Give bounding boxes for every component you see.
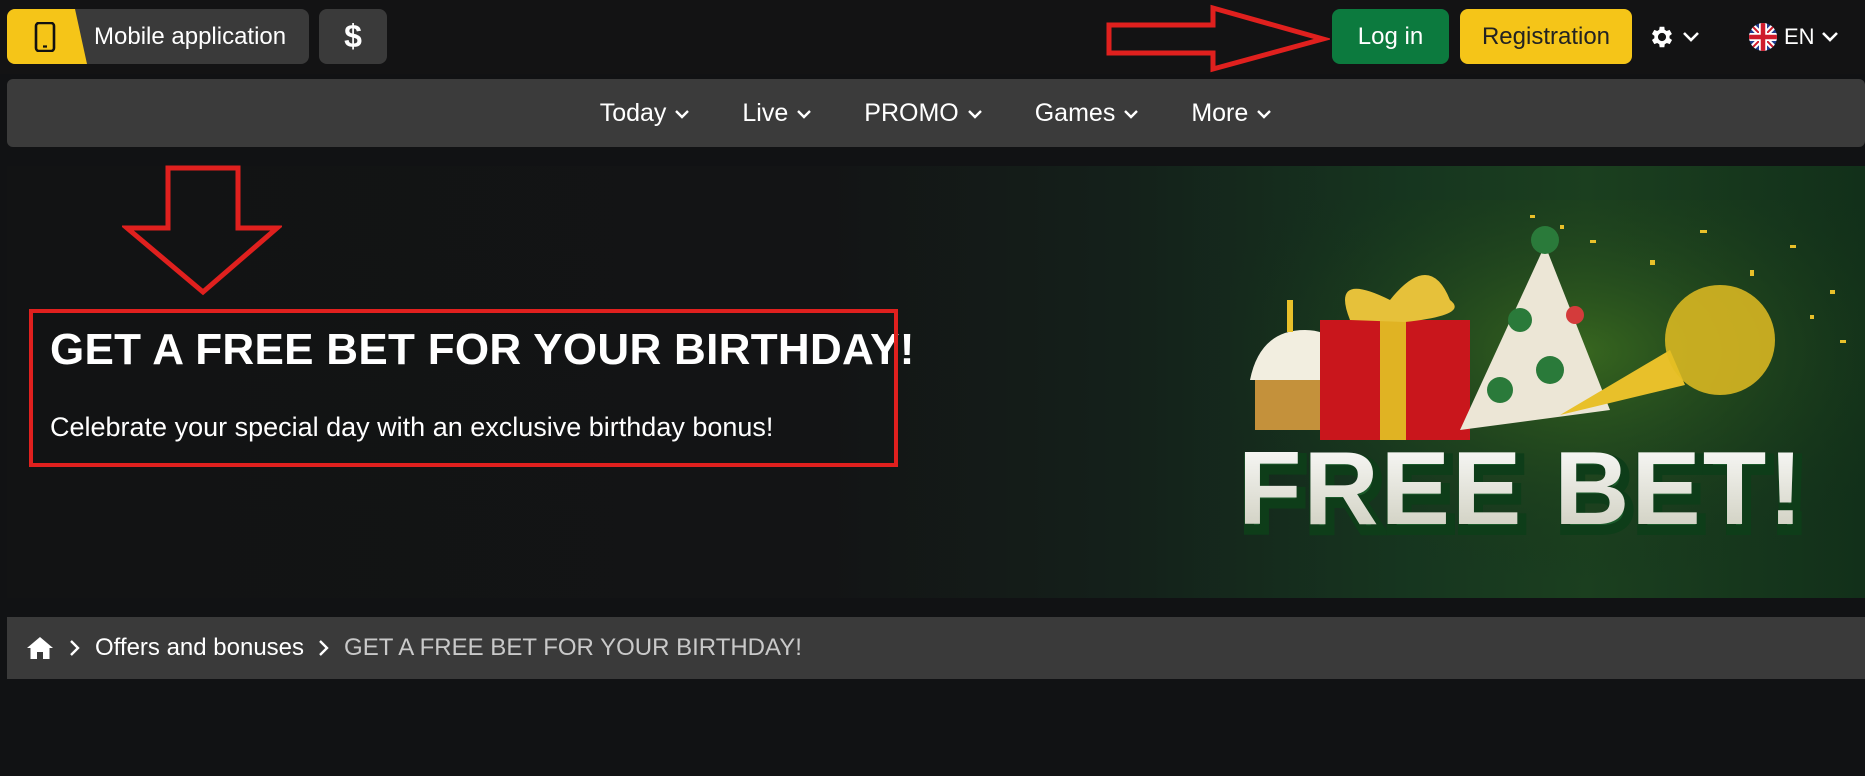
breadcrumb-offers-link[interactable]: Offers and bonuses <box>95 634 304 662</box>
settings-dropdown[interactable] <box>1648 18 1708 56</box>
breadcrumb-current: GET A FREE BET FOR YOUR BIRTHDAY! <box>344 634 802 661</box>
chevron-down-icon <box>1821 32 1838 42</box>
nav-live[interactable]: Live <box>716 79 838 147</box>
nav-live-label: Live <box>742 98 789 127</box>
language-code: EN <box>1784 24 1815 49</box>
promo-banner: FREE BET! FREE BET! <box>7 166 1865 598</box>
free-bet-art-text: FREE BET! <box>1238 431 1805 547</box>
uk-flag-icon <box>1749 23 1777 51</box>
dollar-icon: $ <box>344 18 362 54</box>
chevron-down-icon <box>797 109 812 119</box>
chevron-down-icon <box>1257 109 1272 119</box>
chevron-right-icon <box>319 640 329 656</box>
chevron-down-icon <box>967 109 982 119</box>
login-button[interactable]: Log in <box>1332 9 1449 64</box>
free-bet-illustration: FREE BET! FREE BET! <box>1230 200 1865 580</box>
breadcrumb: Offers and bonuses GET A FREE BET FOR YO… <box>7 617 1865 679</box>
nav-more-label: More <box>1191 98 1249 127</box>
phone-icon <box>34 22 56 52</box>
main-navigation: Today Live PROMO Games More <box>7 79 1865 147</box>
nav-promo-label: PROMO <box>864 98 959 127</box>
nav-today[interactable]: Today <box>574 79 717 147</box>
chevron-down-icon <box>675 109 690 119</box>
registration-button[interactable]: Registration <box>1460 9 1632 64</box>
page-title: GET A FREE BET FOR YOUR BIRTHDAY! <box>50 325 915 374</box>
nav-today-label: Today <box>599 98 667 127</box>
top-bar: Mobile application $ Log in Registration… <box>0 0 1865 74</box>
language-selector[interactable]: EN <box>1748 18 1858 56</box>
home-icon[interactable] <box>25 635 55 661</box>
nav-games[interactable]: Games <box>1009 79 1166 147</box>
nav-promo[interactable]: PROMO <box>838 79 1008 147</box>
chevron-down-icon <box>1124 109 1139 119</box>
page-subtitle: Celebrate your special day with an exclu… <box>50 412 774 442</box>
chevron-down-icon <box>1683 32 1699 42</box>
chevron-right-icon <box>70 640 80 656</box>
currency-button[interactable]: $ <box>319 9 387 64</box>
mobile-application-button[interactable]: Mobile application <box>7 9 309 64</box>
gear-icon <box>1651 26 1673 48</box>
nav-more[interactable]: More <box>1165 79 1298 147</box>
mobile-application-label: Mobile application <box>94 23 287 50</box>
nav-games-label: Games <box>1034 98 1116 127</box>
